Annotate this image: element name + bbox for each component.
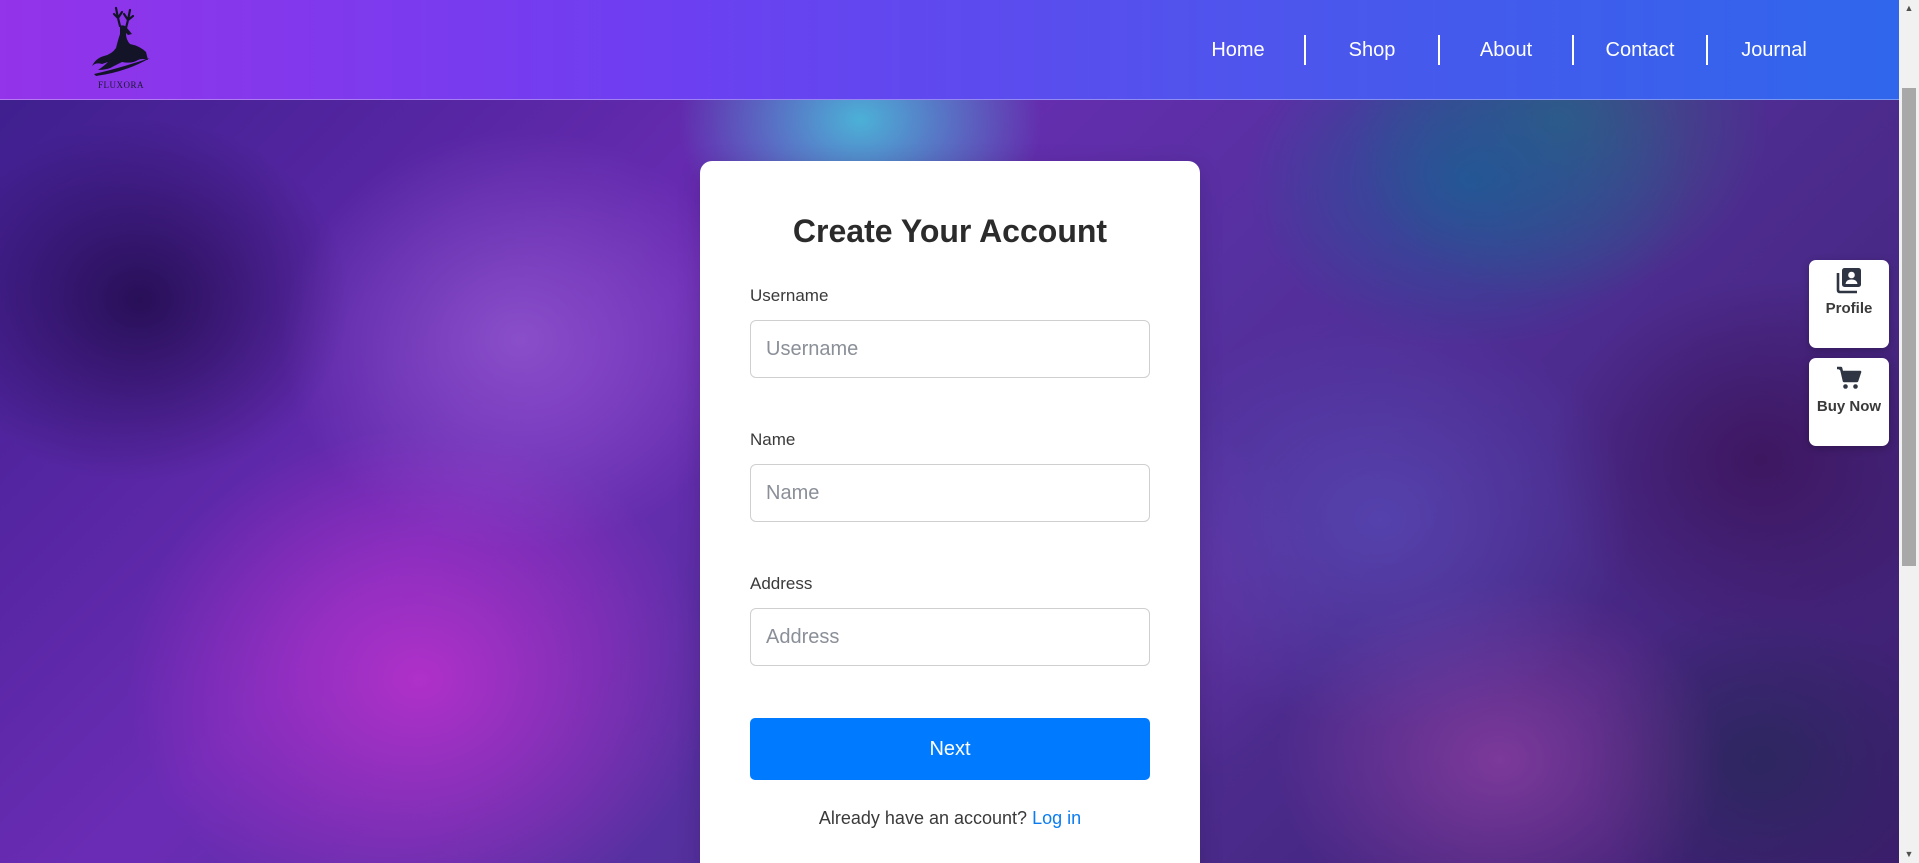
profile-button[interactable]: Profile xyxy=(1809,260,1889,348)
site-header: FLUXORA Home Shop About Contact Journal xyxy=(0,0,1899,100)
login-prompt-line: Already have an account? Log in xyxy=(700,808,1200,829)
brand-logo-text: FLUXORA xyxy=(97,80,144,90)
username-input[interactable] xyxy=(750,320,1150,378)
deer-logo-icon xyxy=(92,6,150,76)
username-label: Username xyxy=(750,286,829,305)
nav-shop[interactable]: Shop xyxy=(1306,34,1438,66)
buy-now-button[interactable]: Buy Now xyxy=(1809,358,1889,446)
brand-logo[interactable]: FLUXORA xyxy=(86,4,156,92)
main-nav: Home Shop About Contact Journal xyxy=(1172,34,1840,66)
nav-home[interactable]: Home xyxy=(1172,34,1304,66)
address-input[interactable] xyxy=(750,608,1150,666)
nav-about[interactable]: About xyxy=(1440,34,1572,66)
scroll-up-icon[interactable]: ▲ xyxy=(1899,0,1919,17)
profile-label: Profile xyxy=(1825,300,1873,317)
form-title: Create Your Account xyxy=(792,213,1108,249)
name-label: Name xyxy=(750,430,796,449)
address-label: Address xyxy=(750,574,813,593)
buy-now-label: Buy Now xyxy=(1816,398,1882,415)
login-link[interactable]: Log in xyxy=(1032,808,1081,828)
name-input[interactable] xyxy=(750,464,1150,522)
nav-contact[interactable]: Contact xyxy=(1574,34,1706,66)
login-prompt-text: Already have an account? xyxy=(818,808,1028,828)
profile-icon xyxy=(1835,266,1863,294)
cart-icon xyxy=(1835,364,1863,392)
page-scrollbar[interactable]: ▲ ▼ xyxy=(1899,0,1919,863)
nav-journal[interactable]: Journal xyxy=(1708,34,1840,66)
signup-card: Create Your Account Username Name Addres… xyxy=(700,161,1200,863)
next-button[interactable]: Next xyxy=(750,718,1150,780)
scroll-down-icon[interactable]: ▼ xyxy=(1899,846,1919,863)
scroll-thumb[interactable] xyxy=(1902,88,1916,566)
